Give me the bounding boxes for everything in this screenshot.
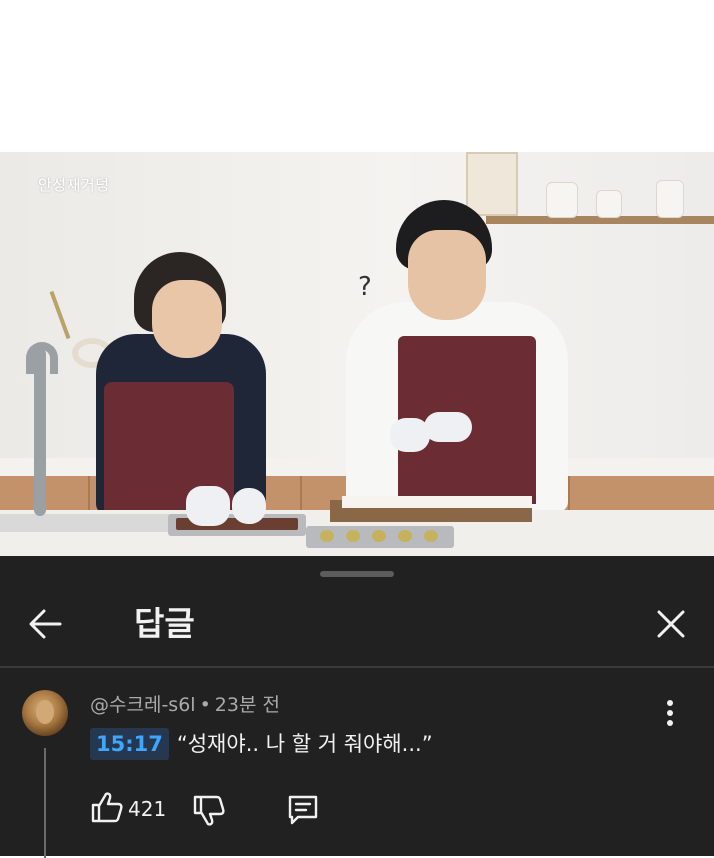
parchment: [342, 496, 532, 508]
faucet-spout: [26, 342, 58, 374]
comment-author[interactable]: @수크레-s6l: [90, 694, 196, 716]
dough-ball: [320, 530, 334, 542]
shelf-pitcher: [546, 182, 578, 218]
comment-actions: 421: [90, 790, 490, 830]
girl-glove: [232, 488, 266, 524]
avatar-portrait: [36, 700, 54, 724]
chef-face: [408, 230, 486, 320]
comment-text: “성재야.. 나 할 거 줘야해...”: [176, 732, 433, 756]
like-count: 421: [128, 797, 167, 821]
thumbs-down-icon[interactable]: [192, 792, 226, 828]
more-vert-icon[interactable]: [658, 698, 682, 728]
replies-sheet: 답글 @수크레-s6l • 23분 전 15:17 “성재야.. 나 할 거 줘야해.…: [0, 556, 714, 858]
reply-comment-icon[interactable]: [286, 792, 320, 828]
sheet-drag-handle[interactable]: [320, 571, 394, 577]
girl-face: [152, 280, 222, 358]
channel-watermark: 안성재거덩: [38, 176, 110, 194]
comment-meta: @수크레-s6l • 23분 전: [90, 692, 280, 718]
dough-ball: [346, 530, 360, 542]
sheet-header: 답글: [0, 578, 714, 668]
video-player[interactable]: ? 안성재거덩: [0, 152, 714, 556]
meta-separator: •: [199, 694, 211, 716]
comment-body: 15:17 “성재야.. 나 할 거 줘야해...”: [90, 728, 433, 762]
sink: [0, 514, 190, 532]
dough-ball: [398, 530, 412, 542]
question-mark-caption: ?: [358, 272, 372, 302]
sheet-title: 답글: [134, 604, 195, 643]
shelf-jar: [656, 180, 684, 218]
girl-glove: [186, 486, 230, 526]
thumbs-up-icon[interactable]: [90, 790, 124, 826]
comment-time-ago: 23분 전: [214, 694, 280, 716]
timestamp-link[interactable]: 15:17: [90, 728, 169, 760]
avatar[interactable]: [22, 690, 68, 736]
chef-glove: [424, 412, 472, 442]
arrow-left-icon[interactable]: [24, 602, 68, 646]
dough-ball: [424, 530, 438, 542]
close-x-icon[interactable]: [650, 602, 692, 646]
wall-art: [466, 152, 518, 216]
dough-ball: [372, 530, 386, 542]
thread-line: [44, 748, 46, 858]
shelf-jar: [596, 190, 622, 218]
comment-item: @수크레-s6l • 23분 전 15:17 “성재야.. 나 할 거 줘야해...”…: [0, 668, 714, 858]
